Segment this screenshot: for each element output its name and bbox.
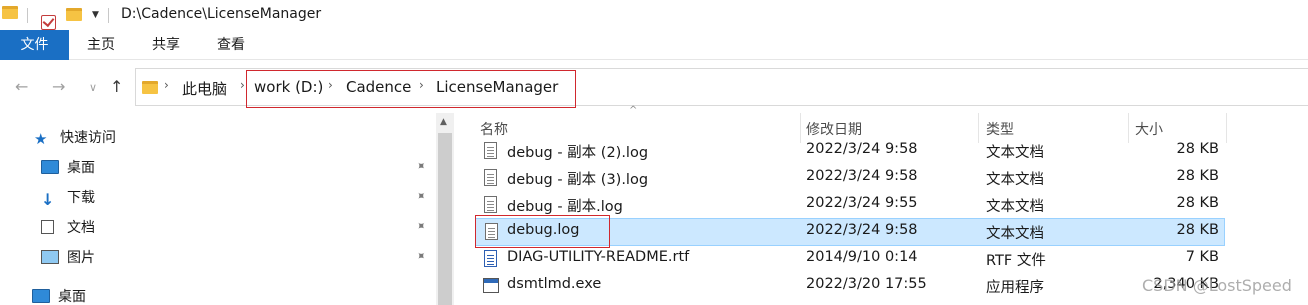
forward-arrow-icon[interactable]: → <box>52 77 65 96</box>
sort-up-icon: ^ <box>629 105 638 116</box>
pin-icon[interactable]: ✦ <box>413 217 430 234</box>
recent-locations-chevron-icon[interactable]: ∨ <box>89 81 97 94</box>
nav-item-desktop-root[interactable]: 桌面 <box>32 285 86 305</box>
download-icon: ↓ <box>41 190 55 209</box>
nav-item-label: 下载 <box>67 190 95 206</box>
file-type: RTF 文件 <box>986 253 1046 269</box>
file-size: 28 KB <box>1176 141 1219 157</box>
highlight-box <box>246 70 576 108</box>
tab-view[interactable]: 查看 <box>201 30 261 60</box>
up-arrow-icon[interactable]: ↑ <box>110 77 123 96</box>
file-modified: 2022/3/24 9:58 <box>806 141 918 157</box>
file-name: debug - 副本 (3).log <box>507 172 649 188</box>
pin-icon[interactable]: ✦ <box>413 187 430 204</box>
tab-home[interactable]: 主页 <box>71 30 131 60</box>
nav-scrollbar[interactable]: ▲ <box>436 113 454 305</box>
nav-item-pictures[interactable]: 图片 <box>41 246 95 268</box>
new-folder-icon[interactable] <box>66 8 82 21</box>
file-type: 文本文档 <box>986 172 1044 188</box>
table-row[interactable]: DIAG-UTILITY-README.rtf 2014/9/10 0:14 R… <box>475 246 1225 272</box>
file-size: 28 KB <box>1176 222 1219 238</box>
star-icon: ★ <box>34 130 48 148</box>
documents-icon <box>41 220 54 234</box>
nav-item-label: 桌面 <box>67 160 95 176</box>
quick-access-dropdown-icon[interactable]: ▼ <box>92 10 99 20</box>
divider <box>27 8 28 23</box>
nav-item-label: 文档 <box>67 220 95 236</box>
file-size: 28 KB <box>1176 195 1219 211</box>
file-size: 28 KB <box>1176 168 1219 184</box>
folder-icon <box>142 81 158 94</box>
window-title: D:\Cadence\LicenseManager <box>121 6 322 22</box>
file-size: 7 KB <box>1185 249 1219 265</box>
table-row[interactable]: dsmtlmd.exe 2022/3/20 17:55 应用程序 2,340 K… <box>475 273 1225 299</box>
column-divider[interactable] <box>1226 113 1227 143</box>
file-modified: 2014/9/10 0:14 <box>806 249 918 265</box>
nav-item-label: 桌面 <box>58 289 86 305</box>
text-file-icon <box>484 142 497 159</box>
scrollbar-thumb[interactable] <box>438 133 452 305</box>
ribbon-tabs: 文件 主页 共享 查看 <box>0 30 1308 60</box>
nav-item-documents[interactable]: 文档 <box>41 216 95 238</box>
file-name: debug - 副本.log <box>507 199 623 215</box>
rtf-file-icon <box>484 250 497 267</box>
title-bar: ▼ D:\Cadence\LicenseManager <box>0 0 1308 30</box>
nav-item-label: 快速访问 <box>60 130 116 146</box>
pin-icon[interactable]: ✦ <box>413 247 430 264</box>
nav-item-desktop[interactable]: 桌面 <box>41 156 95 178</box>
back-arrow-icon[interactable]: ← <box>15 77 28 96</box>
pin-icon[interactable]: ✦ <box>413 157 430 174</box>
scroll-up-icon[interactable]: ▲ <box>440 117 447 127</box>
text-file-icon <box>484 169 497 186</box>
tab-file[interactable]: 文件 <box>0 30 69 60</box>
desktop-icon <box>32 289 50 303</box>
tab-share[interactable]: 共享 <box>136 30 196 60</box>
divider <box>108 8 109 23</box>
file-modified: 2022/3/20 17:55 <box>806 276 927 292</box>
highlight-box <box>475 215 610 248</box>
file-modified: 2022/3/24 9:58 <box>806 168 918 184</box>
breadcrumb-this-pc[interactable]: 此电脑 <box>182 78 227 99</box>
navigation-pane: ★ 快速访问 桌面 ✦ ↓ 下载 ✦ 文档 ✦ 图片 ✦ 桌面 <box>0 113 455 305</box>
file-type: 文本文档 <box>986 199 1044 215</box>
pictures-icon <box>41 250 59 264</box>
chevron-right-icon[interactable]: › <box>240 78 245 92</box>
file-modified: 2022/3/24 9:58 <box>806 222 918 238</box>
address-row: ← → ∨ ↑ › 此电脑 › work (D:) › Cadence › Li… <box>0 61 1308 113</box>
file-type: 文本文档 <box>986 226 1044 242</box>
file-name: debug - 副本 (2).log <box>507 145 649 161</box>
file-modified: 2022/3/24 9:55 <box>806 195 918 211</box>
watermark: CSDN @LostSpeed <box>1142 276 1292 295</box>
exe-file-icon <box>483 278 499 293</box>
file-type: 应用程序 <box>986 280 1044 296</box>
folder-icon <box>2 6 18 19</box>
file-name: DIAG-UTILITY-README.rtf <box>507 249 690 265</box>
desktop-icon <box>41 160 59 174</box>
properties-check-icon[interactable] <box>41 14 56 30</box>
chevron-right-icon[interactable]: › <box>164 78 169 92</box>
text-file-icon <box>484 196 497 213</box>
nav-item-quick-access[interactable]: ★ 快速访问 <box>34 126 116 148</box>
table-row[interactable]: debug - 副本 (3).log 2022/3/24 9:58 文本文档 2… <box>475 165 1225 191</box>
file-name: dsmtlmd.exe <box>507 276 602 292</box>
file-type: 文本文档 <box>986 145 1044 161</box>
table-row[interactable]: debug - 副本 (2).log 2022/3/24 9:58 文本文档 2… <box>475 138 1225 164</box>
nav-item-downloads[interactable]: ↓ 下载 <box>41 186 95 209</box>
nav-item-label: 图片 <box>67 250 95 266</box>
